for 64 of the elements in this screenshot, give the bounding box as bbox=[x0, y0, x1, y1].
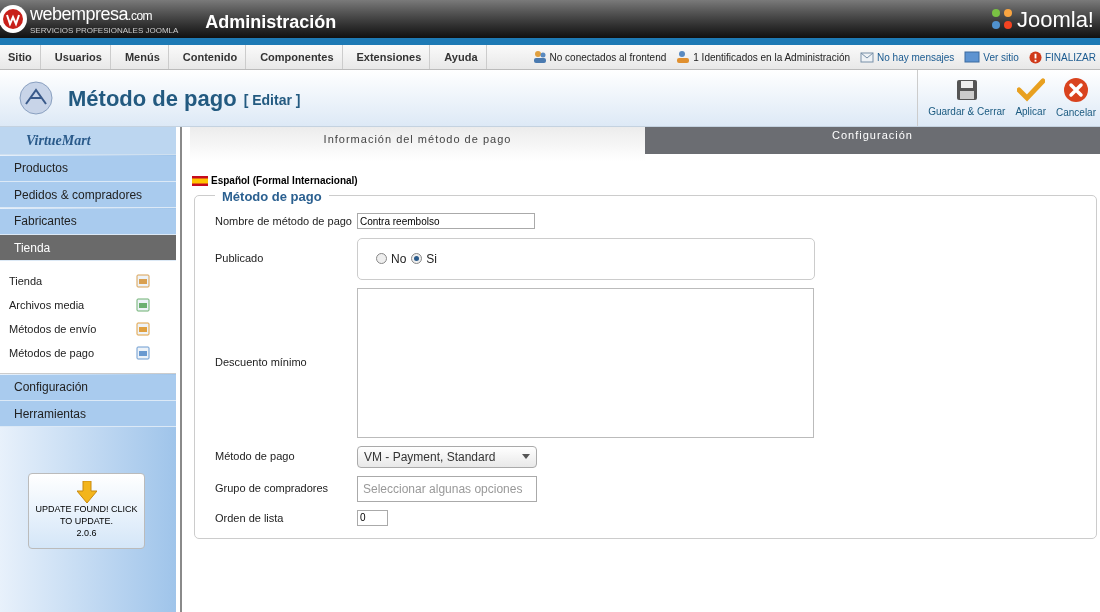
field-label: Publicado bbox=[215, 251, 265, 267]
sidebar-item[interactable]: Fabricantes bbox=[0, 208, 176, 235]
sidebar-item[interactable]: Tienda bbox=[0, 235, 176, 261]
status-link[interactable]: No hay mensajes bbox=[877, 49, 955, 65]
virtuemart-logo: VirtueMart bbox=[26, 132, 91, 150]
submenu-link[interactable]: Métodos de pago bbox=[9, 344, 94, 362]
users-icon bbox=[532, 50, 547, 64]
app-title: Administración bbox=[205, 10, 337, 34]
textarea-field[interactable] bbox=[357, 287, 814, 438]
toolbar-button[interactable]: Guardar & Cerrar bbox=[924, 70, 1010, 126]
text-input[interactable]: Contra reembolso bbox=[357, 213, 535, 230]
menu-item[interactable]: Contenido bbox=[174, 45, 247, 69]
brand-logo-icon bbox=[0, 4, 28, 34]
menu-item[interactable]: Sitio bbox=[0, 45, 41, 69]
field-label: Nombre de método de pago bbox=[215, 214, 353, 229]
menu-item[interactable]: Extensiones bbox=[348, 45, 431, 69]
brand-tagline: SERVICIOS PROFESIONALES JOOMLA bbox=[30, 26, 179, 35]
status-text: 1 Identificados en la Administración bbox=[693, 50, 851, 65]
radio-label: No bbox=[391, 250, 407, 268]
alert-icon bbox=[1028, 50, 1042, 64]
toolbar-button[interactable]: Cancelar bbox=[1051, 70, 1100, 126]
radio-button[interactable] bbox=[376, 253, 387, 264]
menu-item[interactable]: Menús bbox=[116, 45, 169, 69]
status-link[interactable]: FINALIZAR bbox=[1044, 49, 1096, 65]
cancel-icon bbox=[1063, 76, 1089, 103]
field-label: Método de pago bbox=[215, 449, 296, 465]
sidebar-item[interactable]: Configuración bbox=[0, 374, 176, 401]
submenu-link[interactable]: Métodos de envío bbox=[9, 320, 97, 338]
download-arrow-icon bbox=[76, 481, 97, 504]
submenu-link[interactable]: Tienda bbox=[9, 272, 43, 290]
toolbar-button[interactable]: Aplicar bbox=[1011, 70, 1050, 126]
radio-label: Si bbox=[426, 250, 437, 268]
radio-button[interactable] bbox=[411, 253, 423, 264]
sidebar-item[interactable]: Pedidos & compradores bbox=[0, 182, 176, 208]
brand-name: webempresa.com bbox=[30, 3, 154, 26]
status-link[interactable]: Ver sitio bbox=[983, 49, 1019, 65]
update-notice[interactable]: UPDATE FOUND! CLICK TO UPDATE. 2.0.6 bbox=[28, 473, 145, 549]
page-subtitle: [ Editar ] bbox=[243, 90, 301, 110]
tab[interactable]: Configuración bbox=[645, 127, 1100, 154]
envelope-icon bbox=[860, 51, 875, 63]
menu-item[interactable]: Componentes bbox=[252, 45, 343, 69]
status-text: No conectados al frontend bbox=[549, 50, 667, 65]
field-label: Grupo de compradores bbox=[215, 481, 330, 497]
sidebar-item[interactable]: Herramientas bbox=[0, 401, 176, 427]
field-label: Orden de lista bbox=[215, 510, 285, 526]
page-title: Método de pago bbox=[68, 84, 237, 113]
checkmark-icon bbox=[1016, 77, 1045, 102]
caret-icon bbox=[522, 454, 530, 459]
spanish-flag-icon bbox=[192, 175, 208, 186]
dropdown-select[interactable]: VM - Payment, Standard bbox=[357, 445, 537, 468]
field-label: Descuento mínimo bbox=[215, 355, 308, 371]
order-input[interactable]: 0 bbox=[357, 509, 388, 526]
menu-item[interactable]: Ayuda bbox=[436, 45, 487, 69]
update-text: UPDATE FOUND! CLICK TO UPDATE. bbox=[34, 503, 139, 528]
sidebar-item[interactable]: Productos bbox=[0, 155, 176, 182]
multiselect-field[interactable]: Seleccionar algunas opciones bbox=[357, 475, 537, 502]
cms-logo-text: Joomla! bbox=[1016, 5, 1094, 34]
monitor-icon bbox=[964, 51, 981, 63]
users-icon bbox=[676, 50, 691, 64]
flower-logo-icon bbox=[989, 7, 1014, 31]
language-label: Español (Formal Internacional) bbox=[211, 174, 358, 188]
update-version: 2.0.6 bbox=[76, 527, 97, 541]
menu-item[interactable]: Usuarios bbox=[46, 45, 111, 69]
submenu-link[interactable]: Archivos media bbox=[9, 296, 85, 314]
